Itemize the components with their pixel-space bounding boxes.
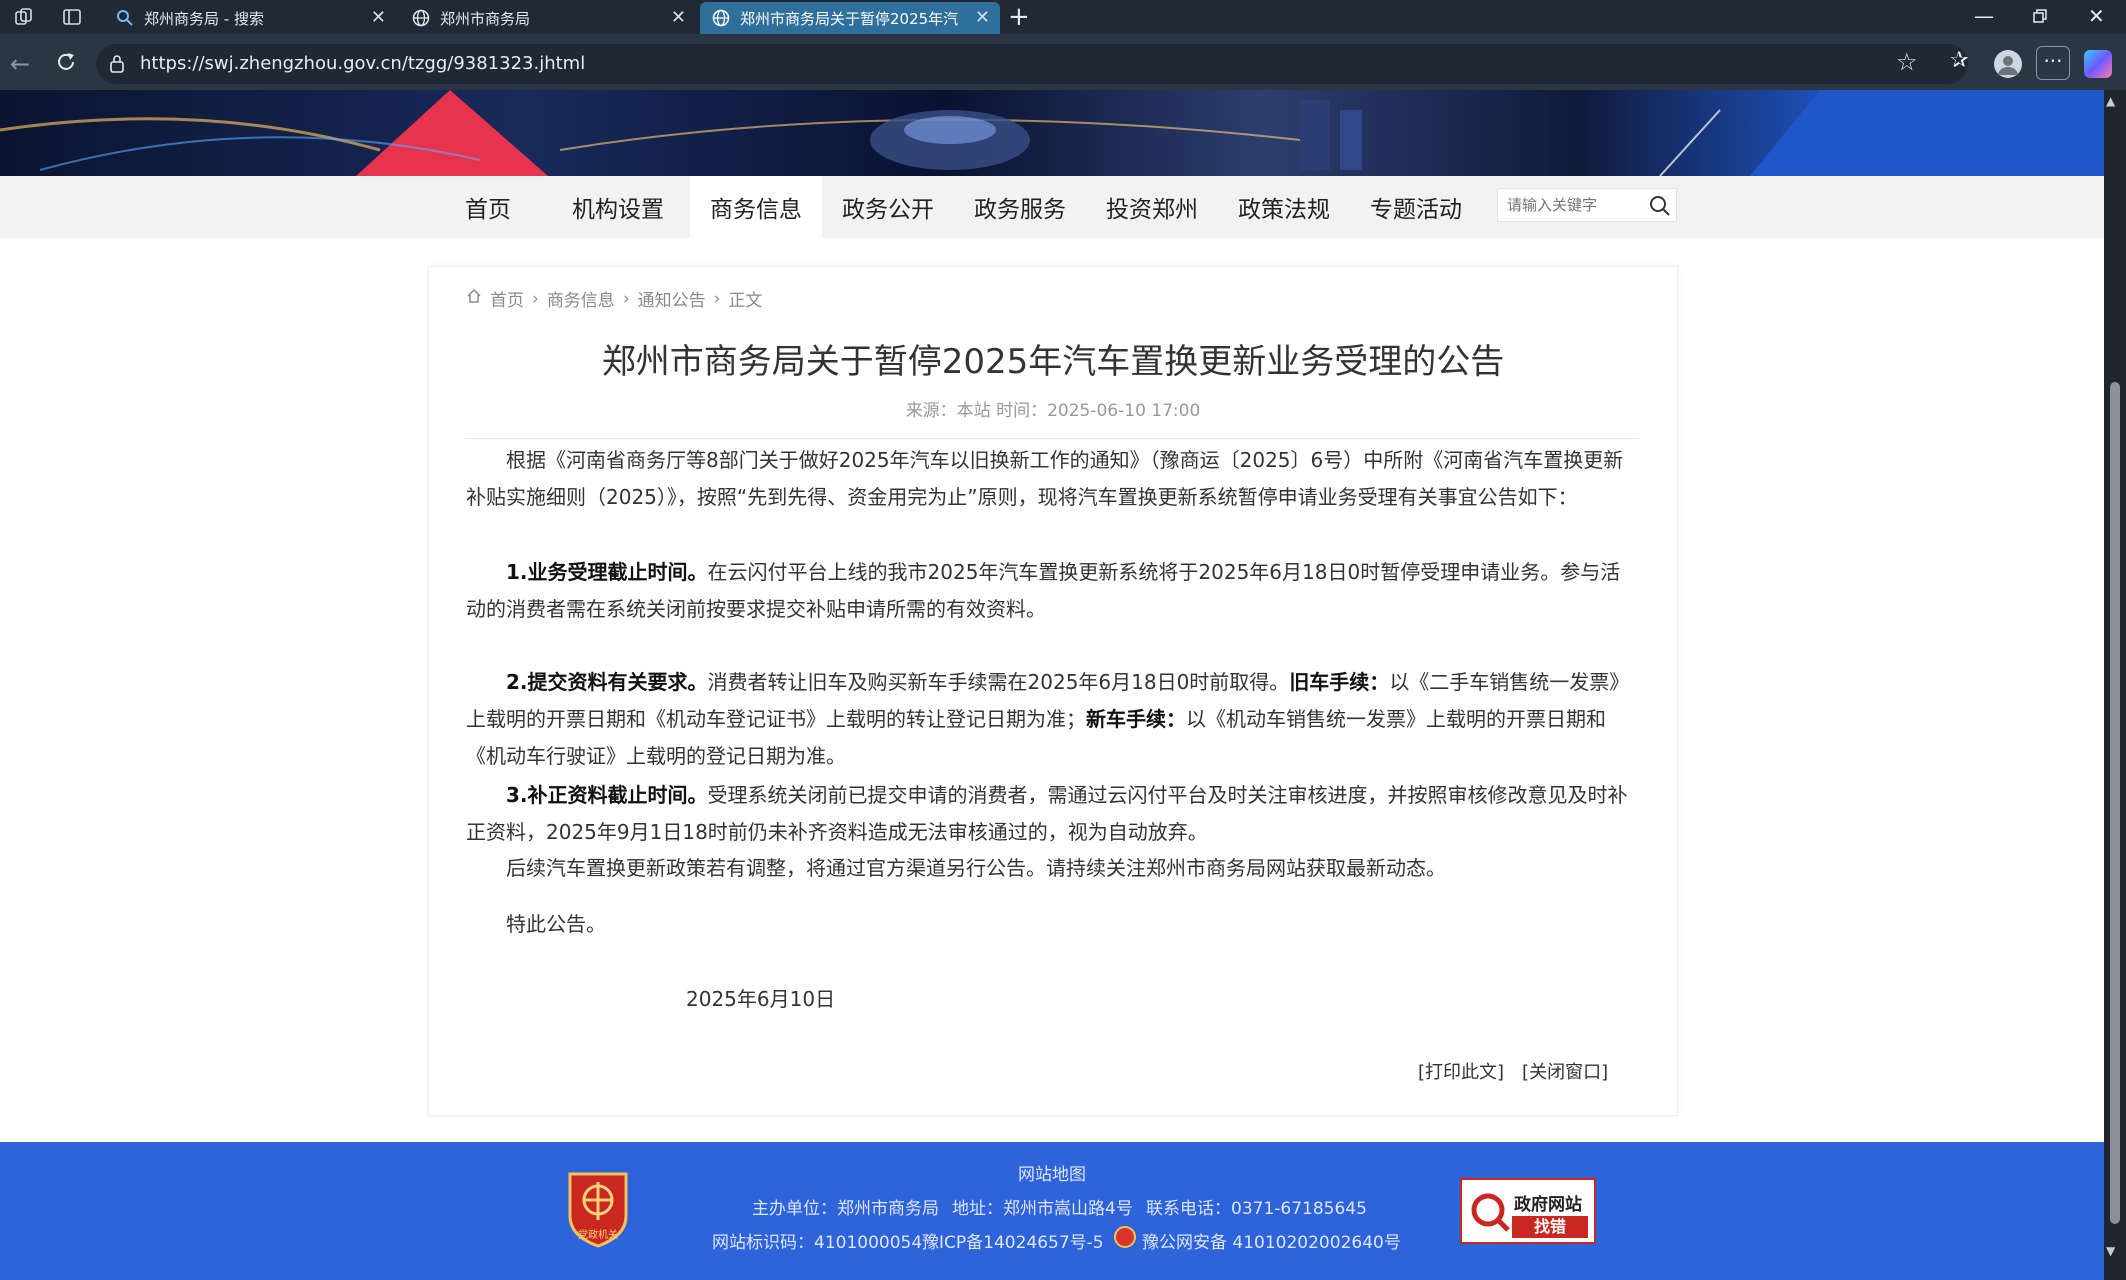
breadcrumb: 首页 › 商务信息 › 通知公告 › 正文 bbox=[466, 286, 762, 311]
article-meta: 来源：本站 时间：2025-06-10 17:00 bbox=[905, 401, 1201, 421]
restore-icon[interactable] bbox=[2032, 8, 2048, 24]
article-title: 郑州市商务局关于暂停2025年汽车置换更新业务受理的公告 bbox=[601, 342, 1505, 382]
gov-site-error-badge[interactable]: 政府网站 找错 bbox=[1460, 1178, 1596, 1244]
badge-line-2: 找错 bbox=[1512, 1216, 1588, 1238]
footer-site-id: 网站标识码：4101000054 bbox=[712, 1233, 923, 1253]
title-divider bbox=[466, 438, 1638, 439]
tab-actions-icon[interactable] bbox=[62, 7, 82, 27]
minimize-icon[interactable]: — bbox=[1974, 4, 1994, 28]
refresh-icon[interactable] bbox=[54, 50, 78, 74]
close-icon[interactable]: ✕ bbox=[371, 7, 386, 28]
scroll-down-icon[interactable]: ▼ bbox=[2106, 1244, 2115, 1258]
breadcrumb-home[interactable]: 首页 bbox=[490, 286, 524, 311]
print-link[interactable]: [打印此文] bbox=[1418, 1058, 1504, 1084]
article-point-2: 2.提交资料有关要求。消费者转让旧车及购买新车手续需在2025年6月18日0时前… bbox=[466, 664, 1638, 775]
back-icon[interactable]: ← bbox=[10, 50, 30, 78]
search-input[interactable] bbox=[1505, 193, 1645, 217]
chevron-right-icon: › bbox=[713, 288, 721, 309]
footer-host: 主办单位：郑州市商务局 bbox=[752, 1199, 939, 1219]
breadcrumb-business-info[interactable]: 商务信息 bbox=[547, 286, 615, 311]
footer-police[interactable]: 豫公网安备 41010202002640号 bbox=[1142, 1228, 1401, 1253]
intro-text: 根据《河南省商务厅等8部门关于做好2025年汽车以旧换新工作的通知》（豫商运〔2… bbox=[466, 448, 1624, 509]
web-page: 首页 机构设置 商务信息 政务公开 政务服务 投资郑州 政策法规 专题活动 首页… bbox=[0, 90, 2104, 1280]
site-footer: 党政机关 网站地图 主办单位：郑州市商务局 地址：郑州市嵩山路4号 联系电话：0… bbox=[0, 1142, 2104, 1280]
new-tab-icon[interactable]: + bbox=[1008, 2, 1030, 32]
url-text[interactable]: https://swj.zhengzhou.gov.cn/tzgg/938132… bbox=[140, 53, 585, 74]
close-icon[interactable]: ✕ bbox=[671, 7, 686, 28]
workspaces-icon[interactable] bbox=[14, 7, 34, 27]
point-1-title: 1.业务受理截止时间。 bbox=[506, 560, 708, 584]
party-government-emblem[interactable]: 党政机关 bbox=[566, 1170, 630, 1248]
police-badge-icon bbox=[1114, 1226, 1136, 1248]
nav-item-home[interactable]: 首页 bbox=[430, 176, 546, 238]
more-options-button[interactable]: ··· bbox=[2036, 46, 2070, 80]
article-followup: 后续汽车置换更新政策若有调整，将通过官方渠道另行公告。请持续关注郑州市商务局网站… bbox=[506, 856, 1446, 880]
lock-icon[interactable] bbox=[108, 54, 126, 74]
breadcrumb-notices[interactable]: 通知公告 bbox=[638, 286, 706, 311]
header-banner bbox=[0, 90, 2104, 176]
footer-icp[interactable]: 豫ICP备14024657号-5 bbox=[922, 1228, 1104, 1253]
badge-line-1: 政府网站 bbox=[1514, 1195, 1582, 1215]
old-car-label: 旧车手续： bbox=[1289, 670, 1390, 694]
window-close-icon[interactable]: ✕ bbox=[2088, 4, 2105, 28]
article-date: 2025年6月10日 bbox=[686, 987, 836, 1011]
nav-item-government-services[interactable]: 政务服务 bbox=[958, 176, 1082, 238]
search-icon[interactable] bbox=[1648, 194, 1672, 218]
tab-search[interactable]: 郑州商务局 - 搜索 ✕ bbox=[104, 2, 396, 34]
article-intro: 根据《河南省商务厅等8部门关于做好2025年汽车以旧换新工作的通知》（豫商运〔2… bbox=[466, 442, 1638, 516]
emblem-text: 党政机关 bbox=[578, 1230, 618, 1241]
point-3-title: 3.补正资料截止时间。 bbox=[506, 783, 708, 807]
point-2-title: 2.提交资料有关要求。 bbox=[506, 670, 708, 694]
favorite-star-icon[interactable]: ☆ bbox=[1896, 48, 1918, 76]
tab-label: 郑州商务局 - 搜索 bbox=[144, 9, 264, 28]
profile-avatar[interactable] bbox=[1994, 50, 2022, 78]
tab-announcement[interactable]: 郑州市商务局关于暂停2025年汽 ✕ bbox=[700, 2, 1000, 34]
close-icon[interactable]: ✕ bbox=[975, 7, 990, 28]
copilot-icon[interactable] bbox=[2084, 50, 2112, 78]
close-window-link[interactable]: [关闭窗口] bbox=[1522, 1058, 1608, 1084]
search-icon bbox=[116, 9, 134, 27]
point-2-text-a: 消费者转让旧车及购买新车手续需在2025年6月18日0时前取得。 bbox=[707, 670, 1290, 694]
breadcrumb-current: 正文 bbox=[728, 291, 763, 311]
article-closing: 特此公告。 bbox=[506, 912, 606, 936]
tab-label: 郑州市商务局 bbox=[440, 9, 531, 28]
article-point-3: 3.补正资料截止时间。受理系统关闭前已提交申请的消费者，需通过云闪付平台及时关注… bbox=[466, 777, 1638, 851]
new-car-label: 新车手续： bbox=[1086, 707, 1186, 731]
nav-item-special-events[interactable]: 专题活动 bbox=[1354, 176, 1478, 238]
chevron-right-icon: › bbox=[622, 288, 630, 309]
sitemap-link[interactable]: 网站地图 bbox=[1018, 1160, 1086, 1185]
footer-address: 地址：郑州市嵩山路4号 bbox=[952, 1199, 1133, 1219]
tab-commerce-bureau[interactable]: 郑州市商务局 ✕ bbox=[400, 2, 696, 34]
article-point-1: 1.业务受理截止时间。在云闪付平台上线的我市2025年汽车置换更新系统将于202… bbox=[466, 554, 1638, 628]
nav-item-business-info[interactable]: 商务信息 bbox=[690, 176, 822, 238]
scrollbar-thumb[interactable] bbox=[2110, 382, 2120, 1224]
article-actions: [打印此文] [关闭窗口] bbox=[1418, 1058, 1608, 1084]
nav-item-policies[interactable]: 政策法规 bbox=[1222, 176, 1346, 238]
chevron-right-icon: › bbox=[532, 288, 539, 309]
globe-icon bbox=[412, 9, 430, 27]
nav-item-government-affairs[interactable]: 政务公开 bbox=[826, 176, 950, 238]
nav-item-organization[interactable]: 机构设置 bbox=[556, 176, 680, 238]
home-icon bbox=[466, 288, 482, 309]
globe-icon bbox=[712, 9, 730, 27]
favorites-icon[interactable]: ✰ bbox=[1950, 48, 1968, 73]
footer-phone: 联系电话：0371-67185645 bbox=[1146, 1199, 1367, 1219]
nav-item-invest-zhengzhou[interactable]: 投资郑州 bbox=[1090, 176, 1214, 238]
tab-label: 郑州市商务局关于暂停2025年汽 bbox=[740, 9, 959, 28]
scroll-up-icon[interactable]: ▲ bbox=[2106, 94, 2115, 108]
